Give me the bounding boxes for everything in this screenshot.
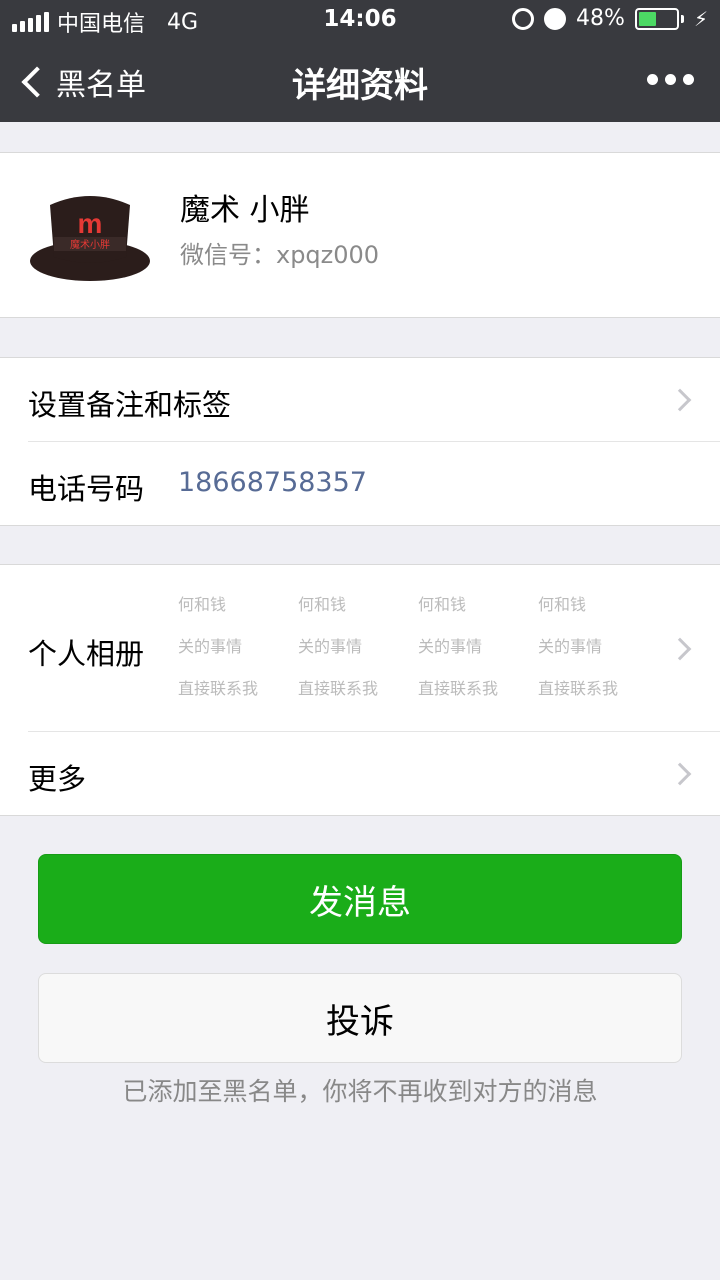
chevron-right-icon bbox=[668, 637, 692, 661]
page-title: 详细资料 bbox=[292, 66, 428, 106]
album-label: 个人相册 bbox=[28, 637, 145, 671]
nav-bar: 黑名单 详细资料 bbox=[0, 40, 720, 122]
contact-name: 魔术 小胖 bbox=[180, 193, 310, 228]
battery-icon bbox=[634, 7, 684, 30]
album-thumb: 何和钱 关的事情 直接联系我 bbox=[418, 595, 499, 698]
album-thumb: 何和钱 关的事情 直接联系我 bbox=[178, 595, 259, 698]
profile-card: m 魔术小胖 魔术 小胖 微信号：xpqz000 bbox=[0, 152, 720, 318]
remark-label: 设置备注和标签 bbox=[28, 388, 232, 422]
remark-row[interactable]: 设置备注和标签 bbox=[0, 358, 720, 442]
battery-fill bbox=[638, 11, 657, 26]
avatar-mark: m bbox=[78, 208, 103, 239]
charging-icon: ⚡ bbox=[693, 6, 708, 31]
phone-row: 电话号码 18668758357 bbox=[0, 442, 720, 526]
chevron-right-icon bbox=[668, 762, 692, 786]
more-dots-icon[interactable] bbox=[647, 74, 694, 85]
alarm-icon bbox=[544, 7, 567, 30]
chevron-right-icon bbox=[668, 388, 692, 412]
avatar-text: 魔术小胖 bbox=[70, 238, 110, 251]
album-thumbnails: 何和钱 关的事情 直接联系我 何和钱 关的事情 直接联系我 何和钱 关的事情 直接联系我 何… bbox=[178, 593, 628, 703]
rotation-lock-icon bbox=[512, 7, 535, 30]
send-message-button[interactable]: 发消息 bbox=[38, 854, 682, 944]
more-row[interactable]: 更多 bbox=[0, 732, 720, 816]
info-group: 设置备注和标签 电话号码 18668758357 bbox=[0, 357, 720, 526]
album-row[interactable]: 个人相册 何和钱 关的事情 直接联系我 何和钱 关的事情 直接联系我 何和钱 关的事情 直接… bbox=[0, 565, 720, 731]
battery-percent: 48% bbox=[576, 6, 625, 31]
avatar: m 魔术小胖 bbox=[30, 196, 150, 281]
album-group: 个人相册 何和钱 关的事情 直接联系我 何和钱 关的事情 直接联系我 何和钱 关的事情 直接… bbox=[0, 564, 720, 816]
phone-number-link[interactable]: 18668758357 bbox=[178, 467, 367, 498]
phone-label: 电话号码 bbox=[28, 472, 145, 506]
wechat-id: 微信号：xpqz000 bbox=[180, 241, 380, 269]
complain-button[interactable]: 投诉 bbox=[38, 973, 682, 1063]
more-label: 更多 bbox=[28, 762, 87, 796]
blacklist-notice: 已添加至黑名单，你将不再收到对方的消息 bbox=[122, 1077, 598, 1106]
status-right: 48% ⚡ bbox=[512, 6, 708, 31]
album-thumb: 何和钱 关的事情 直接联系我 bbox=[538, 595, 619, 698]
top-bar: 中国电信 4G 14:06 48% ⚡ 黑名单 详细资料 bbox=[0, 0, 720, 122]
album-thumb: 何和钱 关的事情 直接联系我 bbox=[298, 595, 379, 698]
status-bar: 中国电信 4G 14:06 48% ⚡ bbox=[0, 0, 720, 40]
